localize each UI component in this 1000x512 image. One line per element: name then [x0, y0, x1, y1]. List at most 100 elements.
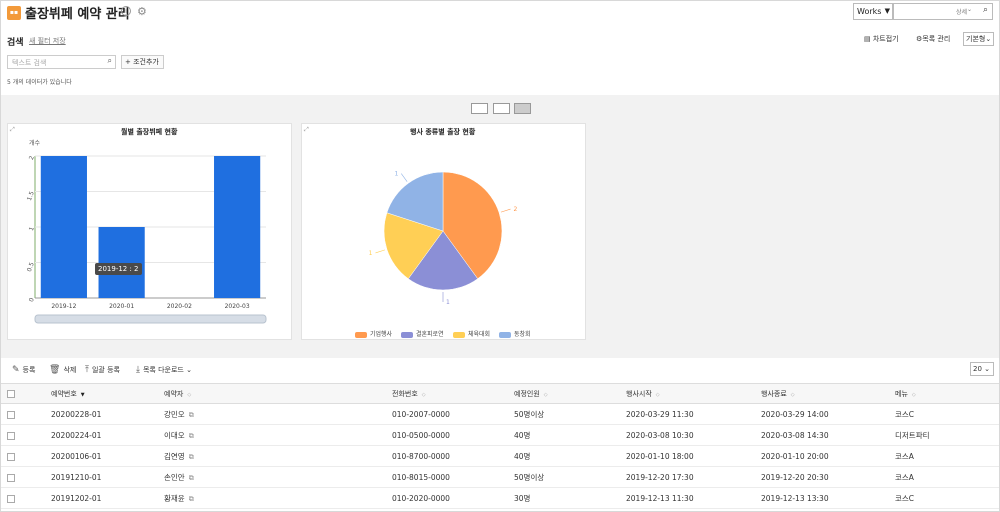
open-detail-icon[interactable]: ⧉ — [189, 453, 194, 461]
legend-item[interactable]: 동창회 — [499, 329, 531, 338]
y-tick-label: 2 — [28, 155, 36, 161]
chevron-down-icon: ⌄ — [985, 35, 992, 43]
row-checkbox[interactable] — [7, 452, 15, 461]
layout-one-column-button[interactable] — [471, 103, 488, 114]
cell-value: 010-2007-0000 — [392, 409, 450, 419]
bulk-register-label: 일괄 등록 — [91, 366, 120, 374]
page-size-select[interactable]: 20 ⌄ — [970, 362, 994, 376]
global-search-input[interactable]: 상세 ⌄ ⌕ — [893, 3, 993, 20]
bulk-register-button[interactable]: ⤒ 일괄 등록 — [85, 365, 120, 375]
works-select-value: Works — [857, 7, 882, 16]
cell-value: 2019-12-20 20:30 — [761, 472, 829, 482]
search-icon[interactable]: ⌕ — [108, 56, 112, 66]
column-header[interactable]: 행사종료 ◇ — [761, 383, 895, 404]
pencil-icon: ✎ — [12, 365, 20, 375]
table-cell: 손인안 ⧉ — [164, 466, 392, 488]
cell-value: 2019-12-20 17:30 — [626, 472, 694, 482]
cell-value: 40명 — [514, 451, 531, 461]
table-cell: 코스A — [895, 445, 999, 467]
column-header[interactable]: 예약번호 ▼ — [51, 383, 164, 404]
table-row[interactable]: 20200228-01 강민오 ⧉ 010-2007-0000 50명이상 2020-03… — [1, 403, 999, 425]
result-count: 5 개의 데이터가 있습니다 — [7, 79, 72, 86]
pie-value-label: 2 — [514, 206, 518, 213]
reservation-table: 예약번호 ▼ 예약자 ◇ 전화번호 ◇ 예정인원 ◇ 행사시작 ◇ 행사종료 ◇ 메뉴 ◇ 2… — [1, 383, 999, 509]
open-detail-icon[interactable]: ⧉ — [189, 495, 194, 503]
list-manage-button[interactable]: ⚙목록 관리 — [916, 34, 950, 44]
table-cell[interactable]: 20191202-01 — [51, 487, 164, 509]
save-filter-link[interactable]: 새 필터 저장 — [29, 36, 66, 46]
search-icon[interactable]: ⌕ — [983, 5, 988, 15]
row-select-cell — [1, 403, 51, 425]
sort-icon: ◇ — [911, 391, 916, 398]
upload-icon: ⤒ — [85, 365, 89, 375]
layout-two-column-button[interactable] — [493, 103, 510, 114]
legend-swatch — [499, 331, 511, 338]
cell-value: 2020-03-29 11:30 — [626, 409, 694, 419]
sort-icon: ◇ — [655, 391, 660, 398]
bar-2019-12 — [40, 156, 87, 298]
cell-value: 코스C — [895, 493, 915, 503]
table-cell[interactable]: 20200106-01 — [51, 445, 164, 467]
page-size-value: 20 — [973, 365, 982, 373]
column-header[interactable]: 메뉴 ◇ — [895, 383, 999, 404]
column-header-label: 예약번호 — [51, 389, 77, 398]
table-cell[interactable]: 20200224-01 — [51, 424, 164, 446]
row-checkbox[interactable] — [7, 494, 15, 503]
cell-value: 50명이상 — [514, 472, 545, 482]
row-checkbox[interactable] — [7, 410, 15, 419]
select-all-checkbox[interactable] — [7, 389, 15, 398]
search-label: 검색 — [7, 38, 24, 48]
info-icon[interactable]: i — [121, 6, 131, 16]
table-cell: 코스C — [895, 403, 999, 425]
column-header[interactable]: 예약자 ◇ — [164, 383, 392, 404]
column-header[interactable]: 행사시작 ◇ — [626, 383, 761, 404]
add-condition-button[interactable]: + 조건추가 — [121, 55, 164, 69]
table-cell: 010-2020-0000 — [392, 487, 514, 509]
register-button[interactable]: ✎ 등록 — [12, 365, 35, 375]
cell-value: 20191202-01 — [51, 493, 102, 503]
open-detail-icon[interactable]: ⧉ — [189, 411, 194, 419]
table-row[interactable]: 20191210-01 손인안 ⧉ 010-8015-0000 50명이상 2019-12… — [1, 466, 999, 488]
open-detail-icon[interactable]: ⧉ — [189, 474, 194, 482]
cell-value: 010-8015-0000 — [392, 472, 450, 482]
row-checkbox[interactable] — [7, 431, 15, 440]
table-row[interactable]: 20191202-01 황재윤 ⧉ 010-2020-0000 30명 2019-12-1… — [1, 487, 999, 509]
page-title: 출장뷔페 예약 관리 — [25, 7, 130, 22]
search-detail-label[interactable]: 상세 — [956, 7, 967, 16]
column-header[interactable]: 전화번호 ◇ — [392, 383, 514, 404]
table-cell: 황재윤 ⧉ — [164, 487, 392, 509]
table-cell[interactable]: 20200228-01 — [51, 403, 164, 425]
table-cell[interactable]: 20191210-01 — [51, 466, 164, 488]
table-cell: 2019-12-20 20:30 — [761, 466, 895, 488]
pie-label-line — [500, 208, 511, 213]
pie-label-line — [401, 173, 408, 182]
legend-item[interactable]: 체육대회 — [453, 329, 490, 338]
table-row[interactable]: 20200106-01 김연영 ⧉ 010-8700-0000 40명 2020-01-1… — [1, 445, 999, 467]
table-cell: 2019-12-20 17:30 — [626, 466, 761, 488]
cell-value: 2019-12-13 13:30 — [761, 493, 829, 503]
download-label: 목록 다운로드 — [142, 366, 184, 374]
download-list-button[interactable]: ⤓ 목록 다운로드 ⌄ — [136, 365, 192, 375]
delete-button[interactable]: 🗑 삭제 — [49, 365, 76, 375]
row-checkbox[interactable] — [7, 473, 15, 482]
sort-icon: ◇ — [543, 391, 548, 398]
layout-three-column-button[interactable] — [514, 103, 531, 114]
legend-item[interactable]: 기업행사 — [355, 329, 392, 338]
x-tick-label: 2019-12 — [51, 303, 76, 310]
table-cell: 30명 — [514, 487, 626, 509]
chevron-down-icon: ⌄ — [981, 365, 991, 373]
table-row[interactable]: 20200224-01 이대오 ⧉ 010-0500-0000 40명 2020-03-0… — [1, 424, 999, 446]
gear-icon[interactable]: ⚙ — [137, 5, 147, 18]
plus-icon: + — [125, 58, 134, 66]
table-cell: 강민오 ⧉ — [164, 403, 392, 425]
row-select-cell — [1, 487, 51, 509]
chart-toggle-label: 차트접기 — [872, 35, 899, 43]
column-header[interactable]: 예정인원 ◇ — [514, 383, 626, 404]
pie-label-line — [375, 249, 386, 254]
works-select[interactable]: Works ▼ — [853, 3, 893, 20]
chart-toggle-button[interactable]: ▤ 차트접기 — [864, 34, 899, 44]
legend-item[interactable]: 결혼피로연 — [401, 329, 444, 338]
view-select[interactable]: 기본형⌄ — [963, 32, 994, 46]
open-detail-icon[interactable]: ⧉ — [189, 432, 194, 440]
text-search-input[interactable]: 텍스트 검색 ⌕ — [7, 55, 116, 69]
